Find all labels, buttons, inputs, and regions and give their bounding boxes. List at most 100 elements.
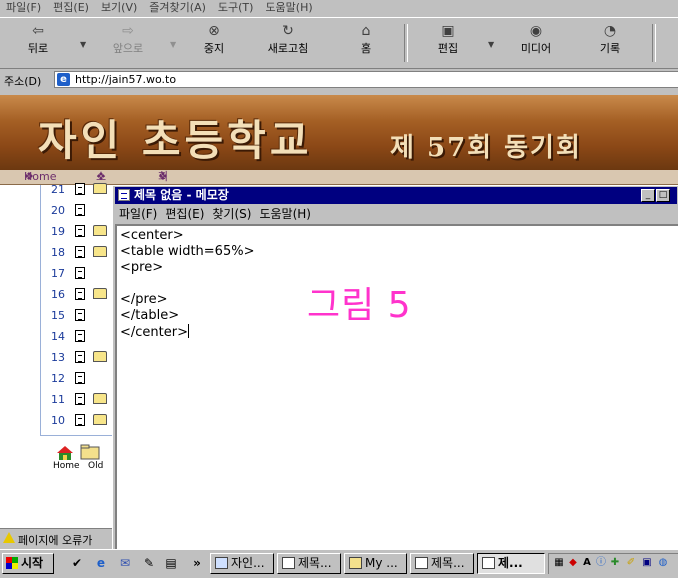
stop-button[interactable]: ⊗ 중지: [182, 22, 246, 64]
np-menu-help[interactable]: 도움말(H): [255, 205, 315, 223]
list-item[interactable]: 14: [41, 326, 114, 347]
edit-button[interactable]: ▣ 편집: [416, 22, 480, 64]
old-link-label[interactable]: Old: [88, 461, 103, 471]
warning-icon[interactable]: [3, 532, 15, 543]
menu-help[interactable]: 도움말(H): [259, 0, 318, 16]
system-tray: ▦ ◆ A ⓘ ✚ ✐ ▣ ◍: [548, 553, 678, 574]
forward-arrow-icon: ⇨: [122, 23, 134, 39]
quicklaunch-check-icon[interactable]: ✔: [70, 556, 84, 570]
list-item[interactable]: 20: [41, 200, 114, 221]
notepad-icon: [282, 557, 295, 569]
ie-page-icon: [215, 557, 228, 569]
back-button[interactable]: ⇦ 뒤로: [6, 22, 70, 64]
notepad-window: 제목 없음 - 메모장 _ □ 파일(F) 편집(E) 찾기(S) 도움말(H) <c…: [112, 185, 678, 550]
list-item[interactable]: 18: [41, 242, 114, 263]
toolbar-separator: [652, 24, 656, 62]
list-item[interactable]: 13: [41, 347, 114, 368]
quicklaunch-note-icon[interactable]: ▤: [164, 556, 178, 570]
folder-icon: [93, 414, 107, 425]
stop-icon: ⊗: [208, 23, 220, 39]
document-icon: [75, 183, 85, 195]
maximize-button[interactable]: □: [656, 189, 670, 202]
document-icon: [75, 309, 85, 321]
refresh-icon: ↻: [282, 23, 294, 39]
history-icon: ◔: [603, 23, 617, 39]
folder-icon: [93, 393, 107, 404]
sync-icon[interactable]: ✚: [609, 557, 621, 569]
site-banner: 자인 초등학교 제 57회 동기회: [0, 95, 678, 170]
start-button[interactable]: 시작: [2, 553, 54, 574]
notepad-title: 제목 없음 - 메모장: [134, 188, 229, 202]
task-button[interactable]: 제목...: [410, 553, 474, 574]
windows-logo-icon: [6, 557, 18, 569]
list-item[interactable]: 12: [41, 368, 114, 389]
edit-page-icon: ▣: [441, 23, 455, 39]
network-icon[interactable]: ▦: [553, 557, 565, 569]
media-icon: ◉: [529, 23, 543, 39]
address-url[interactable]: http://jain57.wo.to: [75, 73, 176, 86]
refresh-button[interactable]: ↻ 새로고침: [256, 22, 320, 64]
globe-icon[interactable]: ◍: [657, 557, 669, 569]
list-item[interactable]: 10: [41, 410, 114, 431]
home-link-label[interactable]: Home: [53, 461, 80, 471]
folder-icon: [93, 225, 107, 236]
ie-page-icon: e: [57, 73, 70, 86]
np-menu-edit[interactable]: 편집(E): [161, 205, 208, 223]
info-icon[interactable]: ⓘ: [595, 557, 607, 569]
task-button-active[interactable]: 제...: [477, 553, 545, 574]
document-icon: [75, 204, 85, 216]
list-item[interactable]: 11: [41, 389, 114, 410]
menu-edit[interactable]: 편집(E): [47, 0, 95, 16]
list-item[interactable]: 21: [41, 179, 114, 200]
notepad-content[interactable]: <center> <table width=65%> <pre> </pre> …: [120, 228, 254, 341]
document-icon: [75, 288, 85, 300]
pencil-icon[interactable]: ✐: [625, 557, 637, 569]
menu-file[interactable]: 파일(F): [0, 0, 47, 16]
task-button[interactable]: 제목...: [277, 553, 341, 574]
folder-icon: [349, 557, 362, 569]
media-button[interactable]: ◉ 미디어: [504, 22, 568, 64]
status-text: 페이지에 오류가: [18, 534, 93, 547]
list-item[interactable]: 19: [41, 221, 114, 242]
np-menu-file[interactable]: 파일(F): [115, 205, 161, 223]
forward-button[interactable]: ⇨ 앞으로: [96, 22, 160, 64]
antivirus-icon[interactable]: ◆: [567, 557, 579, 569]
outlook-icon[interactable]: ✉: [118, 556, 132, 570]
old-folder-icon[interactable]: [80, 444, 100, 460]
notepad-titlebar[interactable]: 제목 없음 - 메모장 _ □: [115, 187, 677, 204]
task-button[interactable]: My ...: [344, 553, 407, 574]
history-button[interactable]: ◔ 기록: [578, 22, 642, 64]
document-icon: [75, 330, 85, 342]
monitor-icon[interactable]: ▣: [641, 557, 653, 569]
list-item[interactable]: 16: [41, 284, 114, 305]
home-icon: ⌂: [361, 23, 371, 39]
back-dropdown-icon[interactable]: ▼: [80, 40, 86, 49]
text-caret: [188, 324, 189, 338]
list-item[interactable]: 15: [41, 305, 114, 326]
edit-dropdown-icon[interactable]: ▼: [488, 40, 494, 49]
post-list: 21 20 19 18 17 16 15 14 13 12 11 10: [40, 183, 114, 436]
notepad-icon: [415, 557, 428, 569]
notepad-text-area[interactable]: <center> <table width=65%> <pre> </pre> …: [115, 224, 678, 550]
ie-icon[interactable]: e: [94, 556, 108, 570]
address-input[interactable]: e http://jain57.wo.to: [54, 71, 678, 88]
more-quicklaunch-icon[interactable]: »: [190, 556, 204, 570]
menu-favorites[interactable]: 즐겨찾기(A): [143, 0, 212, 16]
page-content-left: 21 20 19 18 17 16 15 14 13 12 11 10 Home…: [0, 183, 114, 528]
minimize-button[interactable]: _: [641, 189, 655, 202]
task-button[interactable]: 자인...: [210, 553, 274, 574]
address-bar: 주소(D) e http://jain57.wo.to: [0, 69, 678, 91]
np-menu-search[interactable]: 찾기(S): [208, 205, 255, 223]
folder-icon: [93, 351, 107, 362]
list-item[interactable]: 17: [41, 263, 114, 284]
menu-view[interactable]: 보기(V): [95, 0, 143, 16]
document-icon: [75, 393, 85, 405]
banner-subtitle: 제 57회 동기회: [390, 133, 582, 163]
quicklaunch-tool-icon[interactable]: ✎: [142, 556, 156, 570]
home-button[interactable]: ⌂ 홈: [334, 22, 398, 64]
document-icon: [75, 351, 85, 363]
menu-tools[interactable]: 도구(T): [212, 0, 260, 16]
home-house-icon[interactable]: [56, 445, 74, 461]
forward-dropdown-icon[interactable]: ▼: [170, 40, 176, 49]
ime-a-icon[interactable]: A: [581, 557, 593, 569]
